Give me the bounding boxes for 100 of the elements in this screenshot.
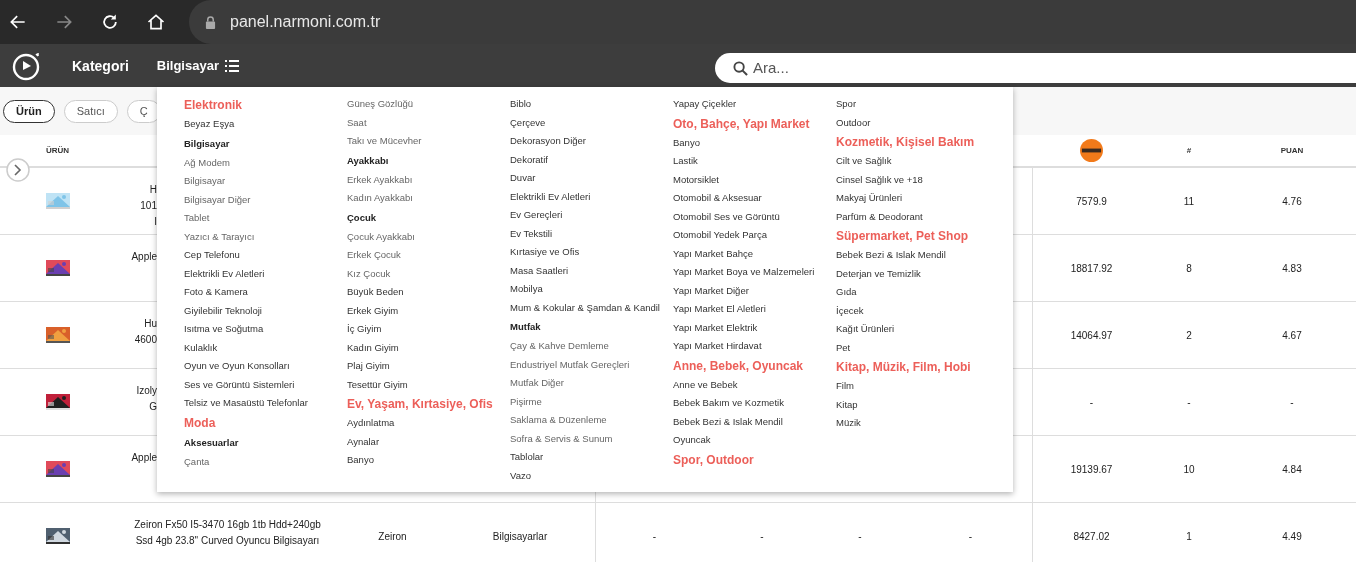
menu-item[interactable]: İçecek [836, 301, 864, 320]
menu-item[interactable]: Bilgisayar [184, 172, 226, 191]
menu-item[interactable]: Yapı Market Elektrik [673, 318, 758, 337]
menu-item[interactable]: Çay & Kahve Demleme [510, 337, 609, 356]
menu-item[interactable]: Yapı Market Hirdavat [673, 337, 762, 356]
menu-item[interactable]: Kulaklık [184, 338, 218, 357]
menu-item[interactable]: Otomobil Ses ve Görüntü [673, 207, 780, 226]
menu-item[interactable]: Çocuk Ayakkabı [347, 227, 415, 246]
menu-item[interactable]: Otomobil & Aksesuar [673, 189, 762, 208]
menu-item[interactable]: Spor [836, 95, 857, 114]
menu-item[interactable]: Saat [347, 113, 367, 132]
menu-group[interactable]: Aksesuarlar [184, 432, 239, 453]
menu-item[interactable]: Tablet [184, 209, 210, 228]
menu-item[interactable]: Müzik [836, 414, 861, 433]
menu-item[interactable]: Deterjan ve Temizlik [836, 264, 921, 283]
category-menu-button[interactable]: Bilgisayar [156, 58, 239, 73]
menu-item[interactable]: Duvar [510, 169, 536, 188]
menu-item[interactable]: Yapay Çiçekler [673, 95, 737, 114]
menu-item[interactable]: Kağıt Ürünleri [836, 320, 895, 339]
menu-item[interactable]: Kitap [836, 395, 858, 414]
menu-item[interactable]: Ev Tekstili [510, 224, 553, 243]
menu-item[interactable]: Bebek Bezi & Islak Mendil [836, 246, 946, 265]
menu-item[interactable]: Erkek Çocuk [347, 246, 401, 265]
search-field[interactable]: Ara... [715, 52, 1356, 83]
menu-item[interactable]: Yazıcı & Tarayıcı [184, 227, 255, 246]
menu-item[interactable]: Anne ve Bebek [673, 375, 738, 394]
menu-item[interactable]: Büyük Beden [347, 283, 404, 302]
menu-item[interactable]: Beyaz Eşya [184, 115, 235, 134]
menu-group[interactable]: Çocuk [347, 207, 377, 228]
menu-item[interactable]: Kadın Ayakkabı [347, 189, 413, 208]
menu-item[interactable]: Gıda [836, 283, 857, 302]
menu-item[interactable]: Film [836, 377, 854, 396]
menu-item[interactable]: Dekoratif [510, 150, 548, 169]
menu-item[interactable]: Ağ Modem [184, 153, 230, 172]
menu-item[interactable]: Masa Saatleri [510, 261, 569, 280]
menu-item[interactable]: Biblo [510, 95, 532, 114]
menu-item[interactable]: Pet [836, 338, 851, 357]
menu-item[interactable]: Banyo [347, 451, 374, 470]
menu-item[interactable]: Çerçeve [510, 113, 546, 132]
expand-icon[interactable] [6, 158, 30, 182]
menu-item[interactable]: Motorsiklet [673, 170, 719, 189]
menu-item[interactable]: Giyilebilir Teknoloji [184, 301, 262, 320]
menu-item[interactable]: Dekorasyon Diğer [510, 132, 587, 151]
menu-item[interactable]: Bilgisayar Diğer [184, 190, 251, 209]
menu-item[interactable]: Yapı Market Boya ve Malzemeleri [673, 263, 815, 282]
menu-item[interactable]: Elektrikli Ev Aletleri [184, 264, 265, 283]
reload-icon[interactable] [100, 12, 120, 32]
menu-item[interactable]: Yapı Market Bahçe [673, 244, 754, 263]
menu-item[interactable]: Vazo [510, 466, 531, 485]
menu-item[interactable]: Cilt ve Sağlık [836, 152, 892, 171]
menu-item[interactable]: Aynalar [347, 432, 380, 451]
menu-item[interactable]: Plaj Giyim [347, 357, 390, 376]
menu-group[interactable]: Bilgisayar [184, 133, 230, 154]
stopwatch-icon[interactable] [12, 50, 42, 81]
menu-item[interactable]: Erkek Giyim [347, 301, 399, 320]
menu-item[interactable]: Endustriyel Mutfak Gereçleri [510, 355, 630, 374]
menu-item[interactable]: Ses ve Görüntü Sistemleri [184, 375, 295, 394]
menu-item[interactable]: Oyuncak [673, 431, 711, 450]
menu-item[interactable]: Oyun ve Oyun Konsolları [184, 357, 290, 376]
menu-item[interactable]: Outdoor [836, 113, 871, 132]
menu-item[interactable]: Bebek Bezi & Islak Mendil [673, 412, 783, 431]
menu-item[interactable]: Ev Gereçleri [510, 206, 563, 225]
menu-item[interactable]: Cep Telefonu [184, 246, 240, 265]
menu-item[interactable]: Cinsel Sağlık ve +18 [836, 170, 923, 189]
menu-item[interactable]: Kırtasiye ve Ofis [510, 243, 580, 262]
menu-item[interactable]: Saklama & Düzenleme [510, 411, 607, 430]
menu-item[interactable]: Mobilya [510, 280, 543, 299]
menu-item[interactable]: İç Giyim [347, 320, 382, 339]
menu-item[interactable]: Banyo [673, 133, 700, 152]
menu-item[interactable]: Yapı Market Diğer [673, 281, 749, 300]
menu-item[interactable]: Takı ve Mücevher [347, 132, 422, 151]
home-icon[interactable] [146, 12, 166, 32]
filter-tab[interactable]: Satıcı [63, 99, 118, 123]
menu-group[interactable]: Ayakkabı [347, 150, 389, 171]
menu-item[interactable]: Aydınlatma [347, 414, 395, 433]
address-bar[interactable]: panel.narmoni.com.tr [189, 0, 1356, 44]
menu-item[interactable]: Makyaj Ürünleri [836, 189, 902, 208]
menu-item[interactable]: Bebek Bakım ve Kozmetik [673, 394, 784, 413]
menu-item[interactable]: Çanta [184, 452, 210, 471]
menu-item[interactable]: Sofra & Servis & Sunum [510, 429, 613, 448]
menu-item[interactable]: Güneş Gözlüğü [347, 95, 413, 114]
menu-item[interactable]: Parfüm & Deodorant [836, 207, 923, 226]
menu-item[interactable]: Kız Çocuk [347, 264, 391, 283]
filter-tab[interactable]: Ürün [3, 99, 55, 123]
menu-item[interactable]: Otomobil Yedek Parça [673, 226, 767, 245]
menu-item[interactable]: Mum & Kokular & Şamdan & Kandil [510, 298, 660, 317]
menu-item[interactable]: Tesettür Giyim [347, 375, 408, 394]
menu-item[interactable]: Kadın Giyim [347, 338, 399, 357]
menu-item[interactable]: Erkek Ayakkabı [347, 170, 413, 189]
menu-item[interactable]: Lastik [673, 152, 698, 171]
menu-item[interactable]: Foto & Kamera [184, 283, 248, 302]
menu-item[interactable]: Isıtma ve Soğutma [184, 320, 264, 339]
menu-item[interactable]: Telsiz ve Masaüstü Telefonlar [184, 394, 308, 413]
menu-item[interactable]: Tablolar [510, 448, 544, 467]
menu-item[interactable]: Yapı Market El Aletleri [673, 300, 766, 319]
nav-link[interactable]: Kategori [72, 57, 129, 74]
menu-item[interactable]: Pişirme [510, 392, 542, 411]
menu-item[interactable]: Mutfak Diğer [510, 374, 564, 393]
menu-item[interactable]: Elektrikli Ev Aletleri [510, 187, 591, 206]
menu-group[interactable]: Mutfak [510, 317, 541, 337]
